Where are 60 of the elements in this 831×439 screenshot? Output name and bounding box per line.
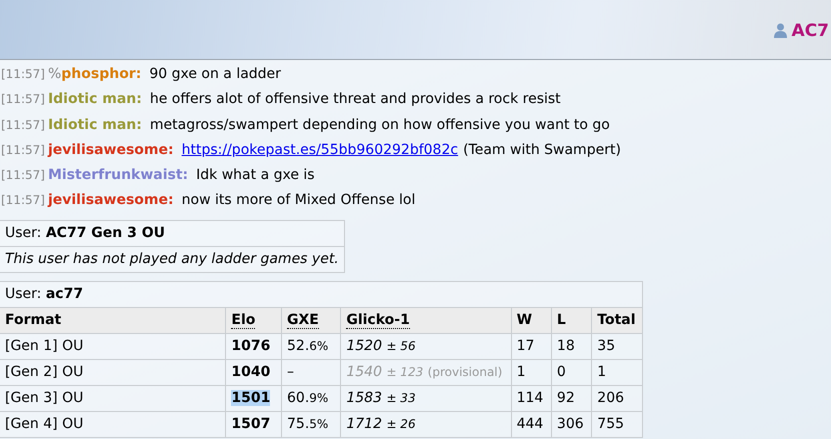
elo-cell: 1040: [226, 359, 282, 386]
chat-username[interactable]: Idiotic man:: [48, 91, 142, 108]
gxe-cell: 52.6%: [282, 333, 341, 360]
chat-username[interactable]: phosphor:: [61, 66, 142, 82]
gxe-cell: 75.5%: [282, 411, 341, 438]
user-rank: %: [48, 66, 62, 82]
message-text: now its more of Mixed Offense lol: [182, 192, 416, 208]
message-time: [11:57]: [1, 67, 45, 81]
losses-cell: 92: [551, 385, 592, 412]
message-link[interactable]: https://pokepast.es/55bb960292bf082c: [182, 142, 458, 158]
message-text: he offers alot of offensive threat and provides a rock resist: [150, 91, 561, 108]
format-cell: [Gen 1] OU: [0, 333, 226, 360]
format-cell: [Gen 2] OU: [0, 359, 226, 386]
message-text: (Team with Swampert): [463, 142, 621, 158]
ladder-note: This user has not played any ladder games yet.: [0, 246, 344, 272]
column-header: Glicko-1: [340, 307, 512, 334]
format-cell: [Gen 3] OU: [0, 385, 226, 412]
message-time: [11:57]: [1, 118, 45, 132]
user-icon: [774, 23, 787, 38]
wins-cell: 1: [511, 359, 552, 386]
losses-cell: 0: [551, 359, 592, 386]
wins-cell: 444: [511, 411, 552, 438]
total-cell: 1: [592, 359, 642, 386]
elo-cell: 1507: [226, 411, 282, 438]
user-label: User: AC77 Gen 3 OU: [0, 220, 344, 246]
gxe-cell: –: [282, 359, 341, 386]
message-time: [11:57]: [1, 193, 45, 208]
chat-username[interactable]: Misterfrunkwaist:: [48, 167, 188, 184]
message-time: [11:57]: [1, 168, 45, 182]
chat-username[interactable]: jevilisawesome:: [48, 192, 174, 208]
chat-username[interactable]: jevilisawesome:: [48, 142, 174, 158]
total-cell: 206: [592, 385, 642, 412]
message-time: [11:57]: [1, 142, 45, 157]
message-text: 90 gxe on a ladder: [149, 66, 281, 82]
losses-cell: 306: [551, 411, 592, 438]
glicko-cell: 1712 ± 26: [340, 411, 512, 438]
format-cell: [Gen 4] OU: [0, 411, 226, 438]
user-label: User: ac77: [0, 281, 642, 308]
column-header: Elo: [226, 307, 282, 334]
glicko-cell: 1583 ± 33: [340, 385, 512, 412]
total-cell: 755: [592, 411, 642, 438]
column-header: GXE: [282, 307, 341, 334]
message-text: Idk what a gxe is: [196, 167, 315, 184]
glicko-cell: 1520 ± 56: [340, 333, 512, 360]
chat-username[interactable]: Idiotic man:: [48, 116, 142, 133]
column-header: Total: [592, 307, 642, 334]
losses-cell: 18: [551, 333, 592, 360]
message-time: [11:57]: [1, 92, 45, 106]
wins-cell: 114: [511, 385, 552, 412]
message-text: metagross/swampert depending on how offensive you want to go: [150, 116, 610, 133]
elo-cell: 1501: [226, 385, 282, 412]
glicko-cell: 1540 ± 123 (provisional): [340, 359, 512, 386]
column-header: Format: [0, 307, 226, 334]
wins-cell: 17: [511, 333, 552, 360]
total-cell: 35: [592, 333, 642, 360]
column-header: W: [511, 307, 552, 334]
gxe-cell: 60.9%: [282, 385, 341, 412]
elo-cell: 1076: [226, 333, 282, 360]
column-header: L: [551, 307, 592, 334]
user-menu-button[interactable]: AC7: [774, 20, 829, 40]
